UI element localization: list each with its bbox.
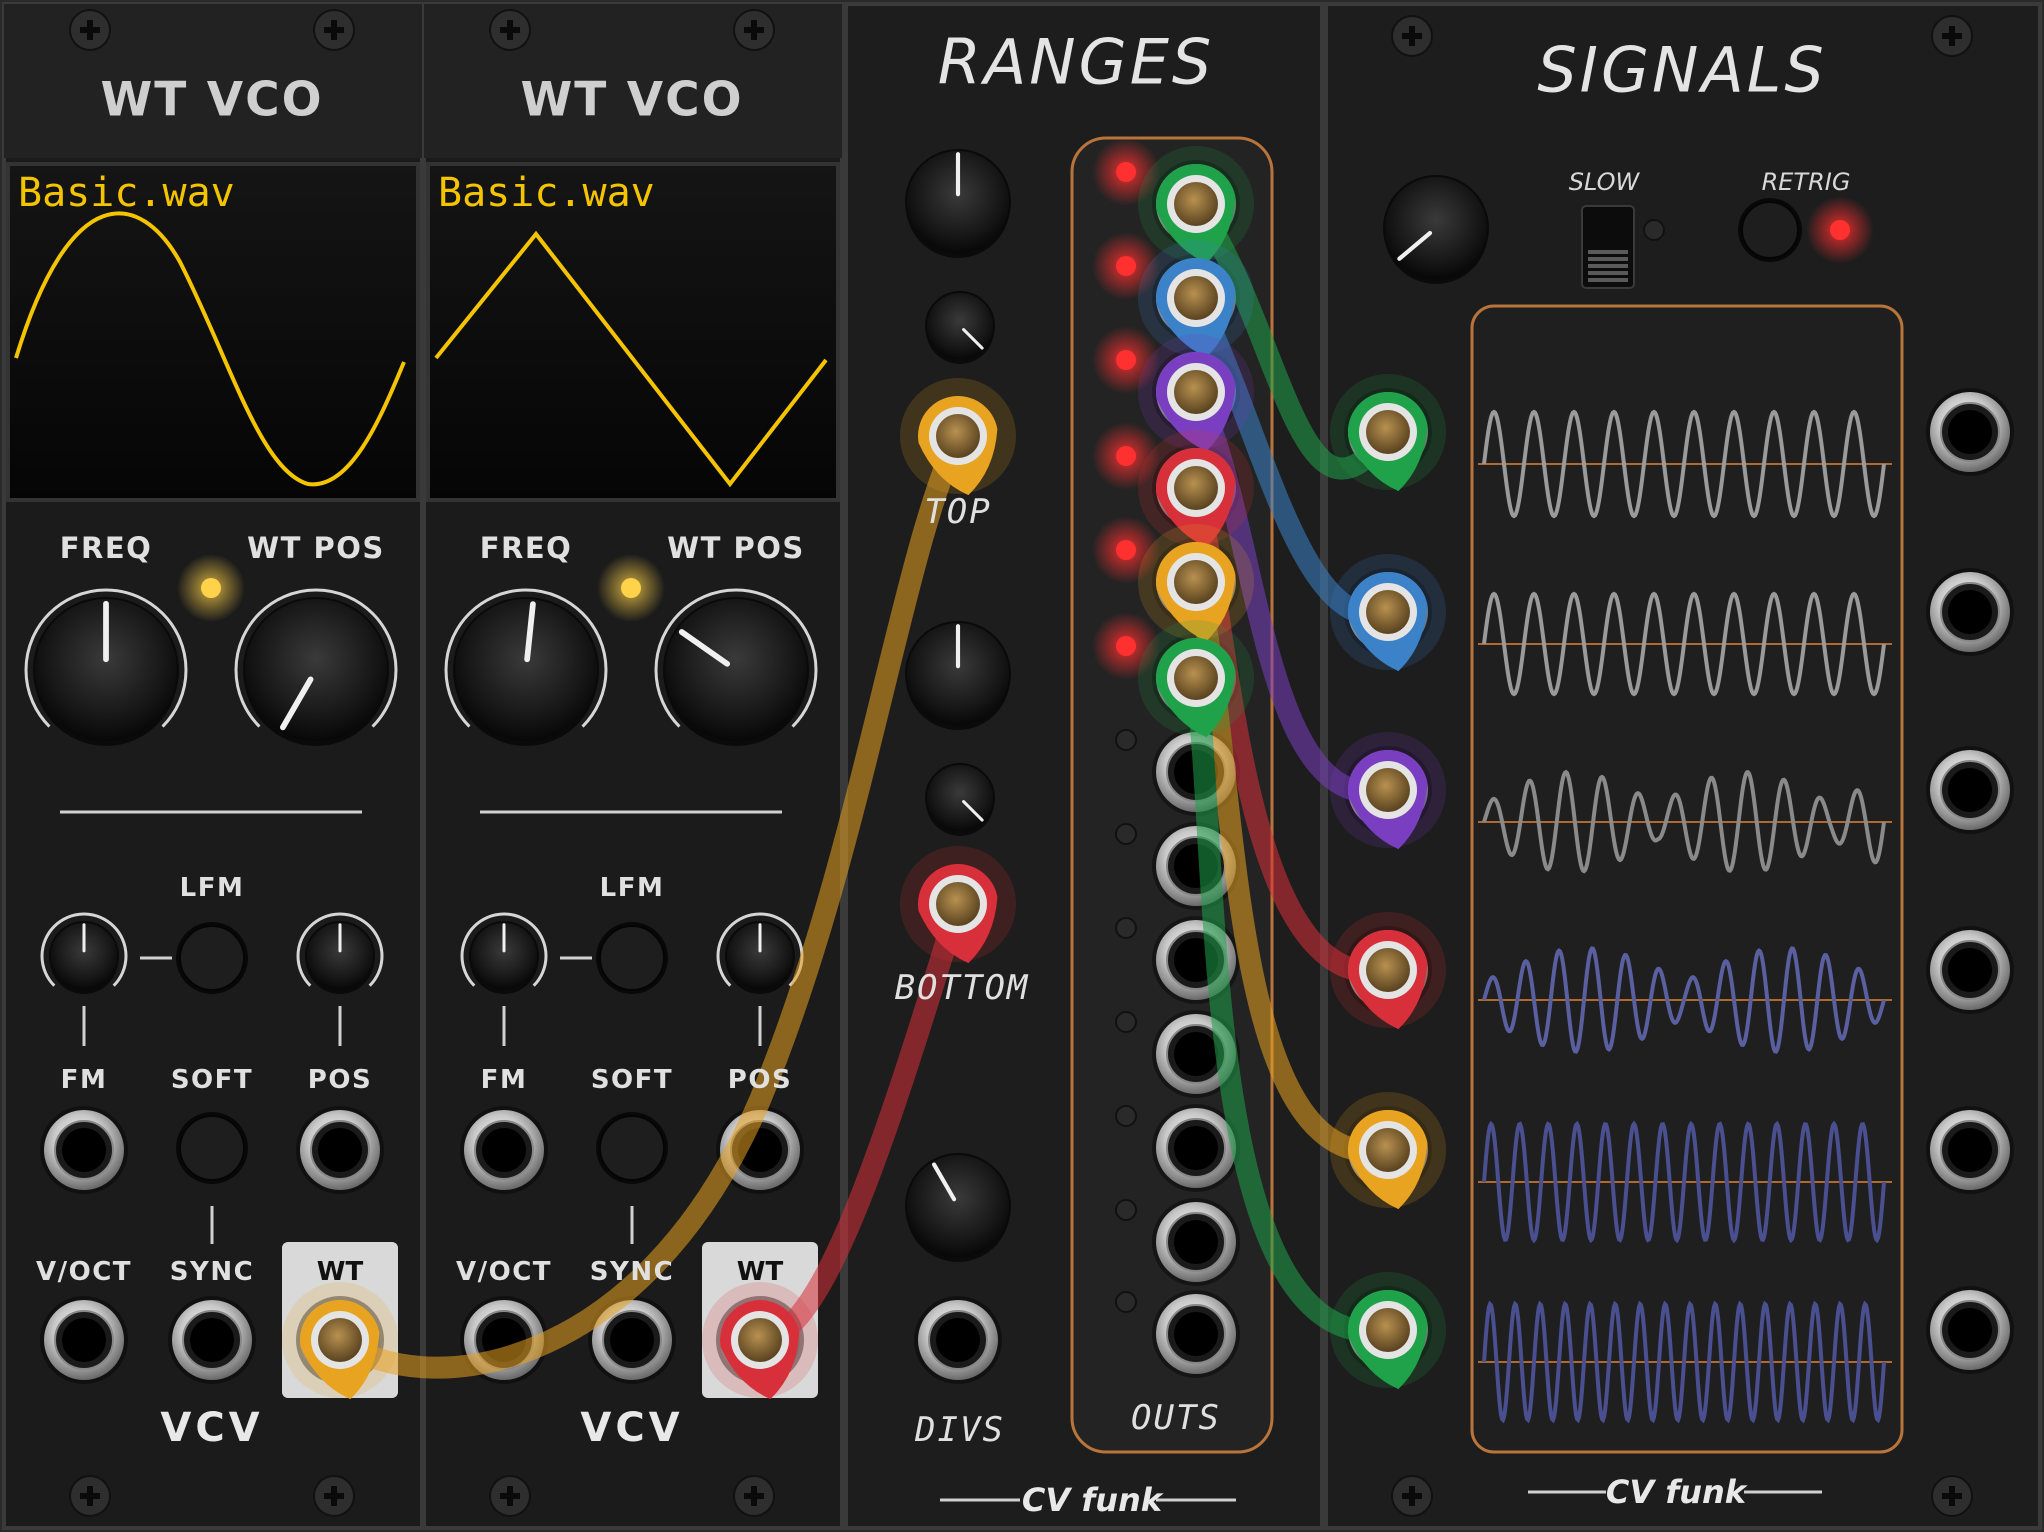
screw-icon bbox=[733, 9, 775, 51]
bottom-attenuator-knob[interactable] bbox=[925, 763, 995, 836]
retrig-button[interactable] bbox=[1738, 198, 1802, 262]
led-icon bbox=[1115, 1011, 1137, 1033]
fm-input-jack[interactable] bbox=[460, 1106, 548, 1194]
range-output-jack[interactable] bbox=[1152, 1198, 1240, 1286]
lfm-button[interactable] bbox=[596, 922, 668, 994]
screw-icon bbox=[1391, 15, 1433, 57]
divs-knob[interactable] bbox=[905, 1153, 1011, 1262]
soft-button[interactable] bbox=[176, 1112, 248, 1184]
screw-icon bbox=[1391, 1475, 1433, 1517]
rack-canvas bbox=[0, 0, 2044, 1532]
led-icon bbox=[1643, 219, 1665, 241]
screw-icon bbox=[489, 1475, 531, 1517]
wavetable-display bbox=[426, 162, 840, 502]
vcv-rack-workspace: WT VCO Basic.wav FREQ WT POS LFM FM SOFT… bbox=[0, 0, 2044, 1532]
soft-button[interactable] bbox=[596, 1112, 668, 1184]
fm-input-jack[interactable] bbox=[40, 1106, 128, 1194]
bottom-knob[interactable] bbox=[905, 621, 1011, 730]
scope-frame bbox=[1470, 304, 1904, 1454]
screw-icon bbox=[313, 9, 355, 51]
screw-icon bbox=[313, 1475, 355, 1517]
screw-icon bbox=[733, 1475, 775, 1517]
signal-output-jack[interactable] bbox=[1926, 568, 2014, 656]
led-icon bbox=[1115, 823, 1137, 845]
led-icon bbox=[597, 554, 665, 622]
screw-icon bbox=[1931, 15, 1973, 57]
range-output-jack[interactable] bbox=[1152, 1290, 1240, 1378]
divs-input-jack[interactable] bbox=[914, 1296, 1002, 1384]
led-icon bbox=[1115, 1199, 1137, 1221]
pos-input-jack[interactable] bbox=[296, 1106, 384, 1194]
led-icon bbox=[177, 554, 245, 622]
signal-output-jack[interactable] bbox=[1926, 388, 2014, 476]
screw-icon bbox=[69, 9, 111, 51]
signal-output-jack[interactable] bbox=[1926, 926, 2014, 1014]
signal-output-jack[interactable] bbox=[1926, 1286, 2014, 1374]
top-knob[interactable] bbox=[905, 149, 1011, 258]
led-icon bbox=[1115, 917, 1137, 939]
voct-input-jack[interactable] bbox=[40, 1296, 128, 1384]
led-icon bbox=[1115, 1105, 1137, 1127]
screw-icon bbox=[69, 1475, 111, 1517]
led-icon bbox=[1115, 729, 1137, 751]
sync-input-jack[interactable] bbox=[168, 1296, 256, 1384]
screw-icon bbox=[1931, 1475, 1973, 1517]
lfm-button[interactable] bbox=[176, 922, 248, 994]
screw-icon bbox=[489, 9, 531, 51]
slow-switch-icon[interactable] bbox=[1581, 205, 1635, 289]
top-attenuator-knob[interactable] bbox=[925, 291, 995, 364]
led-icon bbox=[1115, 1291, 1137, 1313]
signal-output-jack[interactable] bbox=[1926, 746, 2014, 834]
signal-output-jack[interactable] bbox=[1926, 1106, 2014, 1194]
rate-knob[interactable] bbox=[1383, 175, 1489, 284]
led-icon bbox=[1806, 196, 1874, 264]
